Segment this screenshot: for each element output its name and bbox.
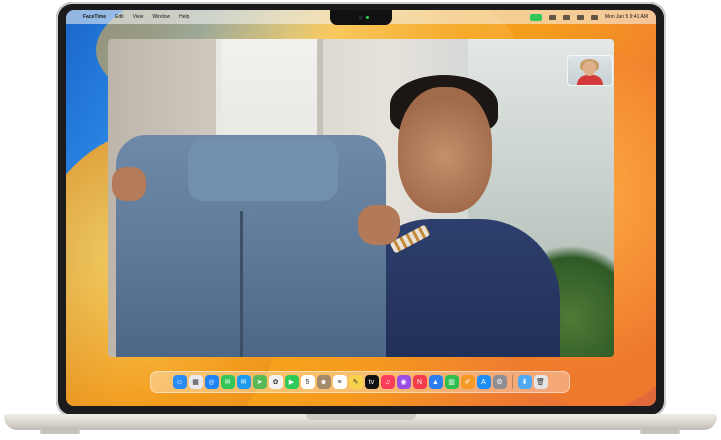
menu-window[interactable]: Window [152,14,170,20]
dock-separator [511,375,513,389]
macbook-air: FaceTime Edit View Window Help Mon Jun 5… [0,0,721,440]
mail-icon[interactable]: ✉ [236,375,251,389]
facetime-video-icon[interactable] [529,13,542,21]
maps-icon[interactable]: ➤ [252,375,267,389]
app-store-icon[interactable]: A [476,375,491,389]
control-center-icon[interactable] [576,14,584,20]
menu-edit[interactable]: Edit [115,14,124,20]
menu-help[interactable]: Help [179,14,189,20]
pages-icon[interactable]: ✐ [460,375,475,389]
menu-app-name[interactable]: FaceTime [83,14,106,20]
search-icon[interactable] [562,14,570,20]
downloads-folder-icon[interactable]: ⬇ [517,375,532,389]
safari-icon[interactable]: ◎ [204,375,219,389]
siri-icon[interactable] [590,14,598,20]
system-settings-icon[interactable]: ⚙ [492,375,507,389]
facetime-icon[interactable]: ▶ [284,375,299,389]
self-view-pip[interactable] [568,56,612,85]
numbers-icon[interactable]: ▥ [444,375,459,389]
podcasts-icon[interactable]: ◉ [396,375,411,389]
tv-icon[interactable]: tv [364,375,379,389]
calendar-icon[interactable]: 5 [300,375,315,389]
caller-hand [112,167,146,201]
launchpad-icon[interactable]: ▦ [188,375,203,389]
music-icon[interactable]: ♫ [380,375,395,389]
camera-notch [330,10,392,25]
camera-icon [358,15,363,20]
base-notch [306,414,416,420]
display: FaceTime Edit View Window Help Mon Jun 5… [66,10,656,406]
jacket-zipper [240,211,243,357]
wifi-icon[interactable] [548,14,556,20]
reminders-icon[interactable]: ≡ [332,375,347,389]
trash-icon[interactable]: 🗑 [533,375,548,389]
news-icon[interactable]: N [412,375,427,389]
messages-icon[interactable]: ✉ [220,375,235,389]
contacts-icon[interactable]: ☻ [316,375,331,389]
caller-hand [358,205,400,245]
self-view-person [577,75,603,85]
jacket-collar [188,139,338,201]
keynote-icon[interactable]: ▲ [428,375,443,389]
laptop-foot [640,430,680,434]
dock: ☺ ▦ ◎ ✉ ✉ ➤ ✿ ▶ 5 ☻ ≡ ✎ tv ♫ ◉ N ▲ ▥ ✐ A ⚙ ⬇ 🗑 [150,371,570,393]
finder-icon[interactable]: ☺ [172,375,187,389]
camera-indicator-light [366,16,369,19]
photos-icon[interactable]: ✿ [268,375,283,389]
facetime-call-window[interactable] [108,39,614,357]
notes-icon[interactable]: ✎ [348,375,363,389]
self-view-face [583,61,596,76]
laptop-foot [40,430,80,434]
menu-view[interactable]: View [133,14,144,20]
menu-clock[interactable]: Mon Jun 5 9:41 AM [605,14,648,20]
caller-face [398,87,492,213]
